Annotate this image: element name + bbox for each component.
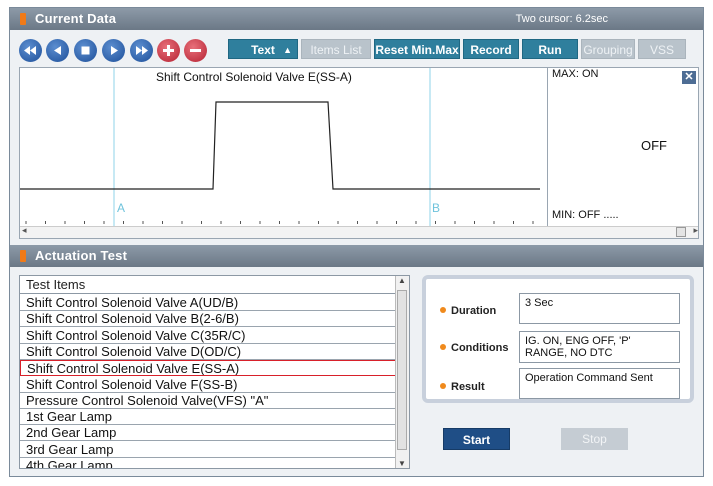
- items-list-dropdown[interactable]: Items List: [301, 39, 371, 59]
- close-icon[interactable]: ✕: [682, 71, 696, 84]
- test-item-row[interactable]: Pressure Control Solenoid Valve(VFS) "A": [20, 393, 396, 409]
- actuation-test-title: Actuation Test: [35, 248, 128, 263]
- signal-line: [20, 101, 540, 190]
- minus-button[interactable]: [184, 39, 207, 62]
- grouping-button[interactable]: Grouping: [581, 39, 635, 59]
- toolbar: Text ▲ Items List Reset Min.Max Record R…: [10, 37, 703, 63]
- actuation-test-header: Actuation Test: [10, 245, 703, 267]
- scroll-thumb[interactable]: [676, 227, 686, 237]
- two-cursor-readout: Two cursor: 6.2sec: [515, 13, 608, 25]
- current-data-title: Current Data: [35, 11, 117, 26]
- test-item-row[interactable]: 4th Gear Lamp: [20, 458, 396, 468]
- duration-label: Duration: [440, 305, 496, 317]
- minus-icon: [190, 49, 201, 52]
- flag-icon: [20, 13, 26, 25]
- scroll-right-icon[interactable]: ▸: [693, 225, 698, 236]
- plus-icon: [163, 45, 174, 56]
- bullet-icon: [440, 307, 446, 313]
- plus-button[interactable]: [157, 39, 180, 62]
- vss-label: VSS: [649, 43, 674, 57]
- graph-horizontal-scrollbar[interactable]: ▸ ◂: [20, 225, 698, 238]
- result-value: Operation Command Sent: [519, 368, 680, 399]
- bullet-icon: [440, 344, 446, 350]
- cursor-a-label: A: [117, 201, 126, 215]
- scroll-left-icon[interactable]: ◂: [22, 225, 27, 236]
- play-button[interactable]: [102, 39, 125, 62]
- test-parameters-panel: Duration 3 Sec Conditions IG. ON, ENG OF…: [422, 275, 694, 403]
- test-item-row[interactable]: Shift Control Solenoid Valve F(SS-B): [20, 377, 396, 393]
- test-item-row[interactable]: Shift Control Solenoid Valve A(UD/B): [20, 295, 396, 311]
- scroll-down-icon[interactable]: ▼: [398, 459, 406, 468]
- run-dropdown[interactable]: Run: [522, 39, 578, 59]
- current-data-header: Current Data Two cursor: 6.2sec: [10, 8, 703, 30]
- test-item-row[interactable]: Shift Control Solenoid Valve D(OD/C): [20, 344, 396, 360]
- signal-plot: [20, 68, 540, 226]
- stop-icon: [81, 46, 90, 55]
- rewind-button[interactable]: [19, 39, 42, 62]
- list-header: Test Items: [20, 276, 396, 294]
- prev-icon: [54, 46, 61, 55]
- fast-forward-icon: [136, 46, 148, 55]
- rewind-icon: [24, 46, 36, 55]
- vss-button[interactable]: VSS: [638, 39, 686, 59]
- test-item-row[interactable]: 1st Gear Lamp: [20, 409, 396, 426]
- test-item-row[interactable]: Shift Control Solenoid Valve B(2-6/B): [20, 311, 396, 328]
- result-label: Result: [440, 381, 485, 393]
- updown-arrow-icon: ▲: [283, 45, 292, 55]
- test-item-row[interactable]: 3rd Gear Lamp: [20, 442, 396, 458]
- play-icon: [111, 46, 118, 55]
- main-window: Current Data Two cursor: 6.2sec Text ▲ I…: [9, 7, 704, 477]
- conditions-value: IG. ON, ENG OFF, 'P' RANGE, NO DTC: [519, 331, 680, 363]
- test-items-list: Test Items Shift Control Solenoid Valve …: [19, 275, 410, 469]
- test-item-row[interactable]: Shift Control Solenoid Valve E(SS-A): [20, 360, 396, 377]
- conditions-label: Conditions: [440, 342, 508, 354]
- max-value-label: MAX: ON: [552, 68, 599, 80]
- text-dropdown-label: Text: [251, 43, 275, 57]
- start-button[interactable]: Start: [443, 428, 510, 450]
- run-label: Run: [538, 43, 562, 57]
- test-item-row[interactable]: Shift Control Solenoid Valve C(35R/C): [20, 328, 396, 344]
- cursor-b-label: B: [432, 201, 441, 215]
- text-dropdown[interactable]: Text ▲: [228, 39, 298, 59]
- reset-min-max-label: Reset Min.Max: [375, 43, 459, 57]
- value-panel: MAX: ON ✕ OFF MIN: OFF .....: [547, 68, 698, 228]
- prev-button[interactable]: [46, 39, 69, 62]
- stop-test-button[interactable]: Stop: [561, 428, 628, 450]
- data-graph: Shift Control Solenoid Valve E(SS-A) A B…: [19, 67, 699, 239]
- flag-icon: [20, 250, 26, 262]
- bullet-icon: [440, 383, 446, 389]
- reset-min-max-button[interactable]: Reset Min.Max: [374, 39, 460, 59]
- list-vertical-scrollbar[interactable]: ▲ ▼: [395, 276, 409, 468]
- record-label: Record: [470, 43, 512, 57]
- fast-forward-button[interactable]: [130, 39, 153, 62]
- record-button[interactable]: Record: [463, 39, 519, 59]
- scroll-thumb[interactable]: [397, 290, 407, 450]
- min-value-label: MIN: OFF .....: [552, 209, 619, 221]
- duration-value: 3 Sec: [519, 293, 680, 324]
- stop-button[interactable]: [74, 39, 97, 62]
- scroll-up-icon[interactable]: ▲: [398, 276, 406, 285]
- test-item-row[interactable]: 2nd Gear Lamp: [20, 425, 396, 442]
- grouping-label: Grouping: [583, 43, 633, 57]
- time-axis-ticks: [25, 221, 534, 224]
- items-list-label: Items List: [310, 43, 362, 57]
- current-value: OFF: [641, 138, 667, 153]
